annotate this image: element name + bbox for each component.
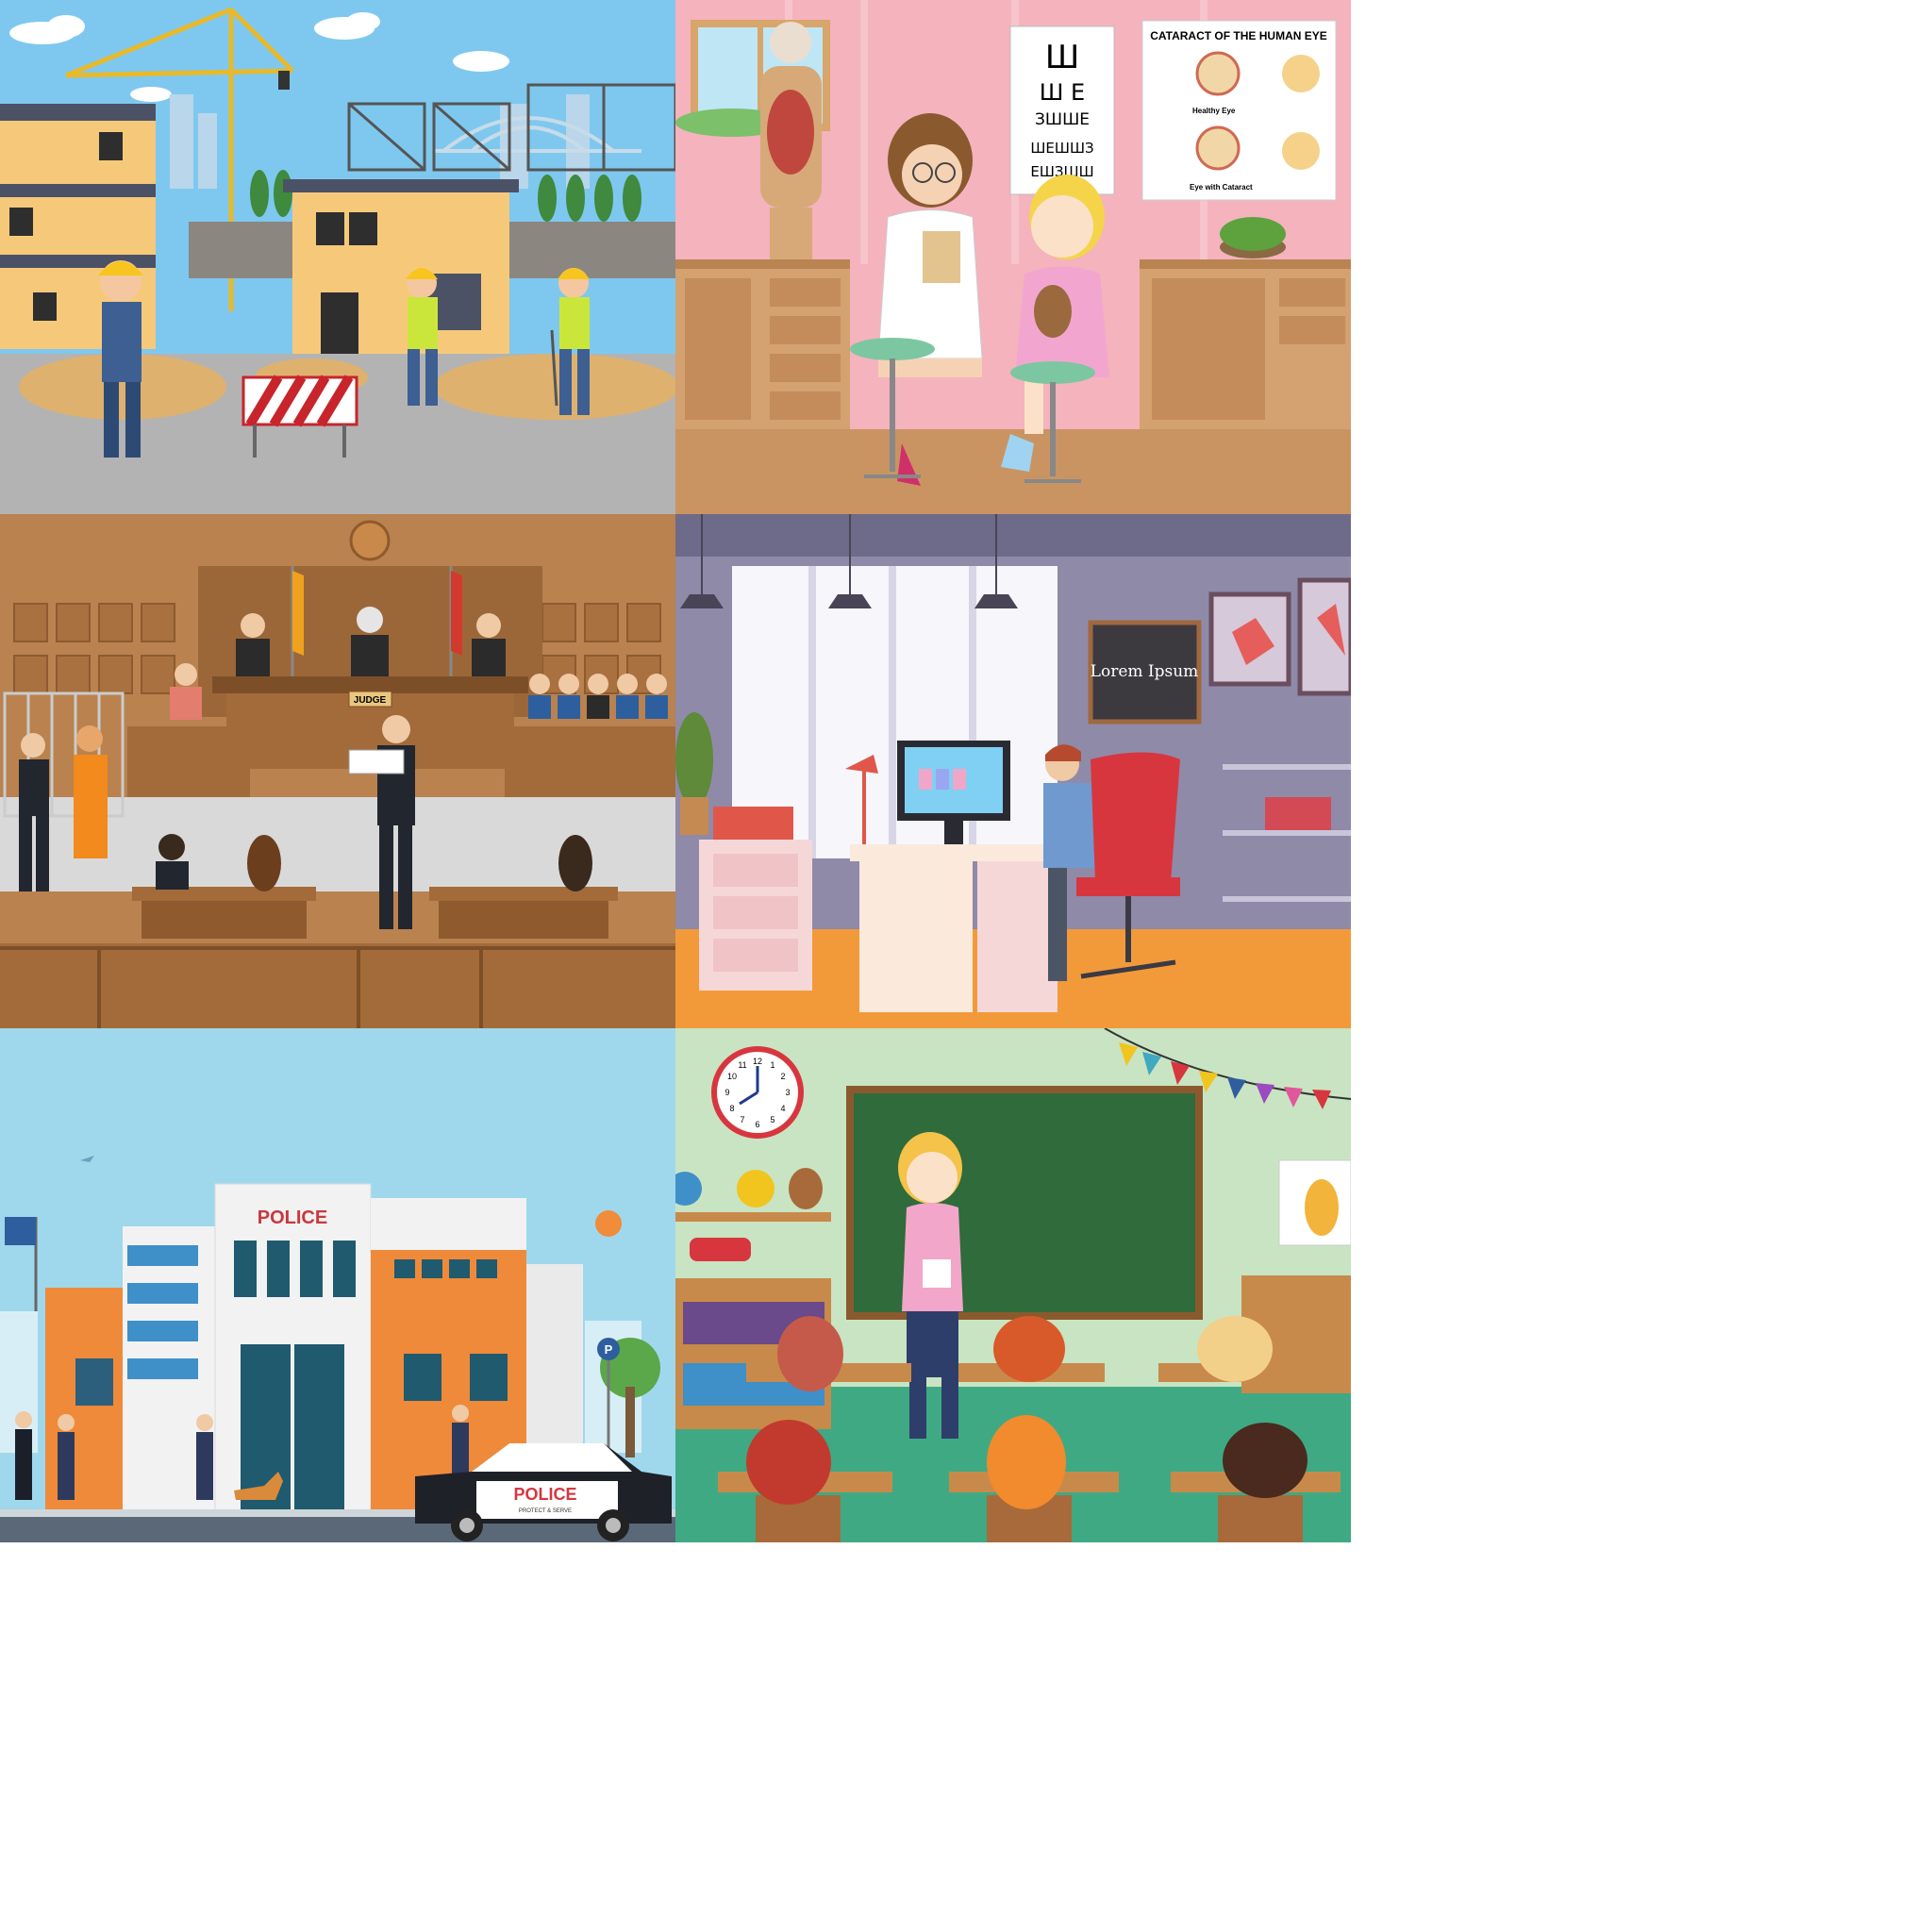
crane-hook: [278, 71, 290, 90]
sun: [595, 1210, 622, 1237]
poster-caption-cataract: Eye with Cataract: [1190, 183, 1253, 192]
ceiling: [675, 514, 1351, 557]
construction-illustration: [0, 0, 675, 514]
cabinet-right: [1140, 259, 1351, 429]
police-car-label: POLICE: [513, 1485, 576, 1504]
plant: [1220, 217, 1286, 258]
cabinet-left: [675, 259, 850, 429]
parking-sign-text: P: [605, 1342, 613, 1357]
clock-number: 8: [729, 1104, 734, 1113]
police-illustration: POLICE P POLICE PROTECT & SERVE: [0, 1028, 675, 1542]
chalkboard: [846, 1086, 1203, 1320]
poster-title: CATARACT OF THE HUMAN EYE: [1150, 29, 1327, 42]
gallery-rail: [0, 943, 675, 1028]
classroom-scene: 12 1 2 3 4 5 6 7 8 9 10 11: [675, 1028, 1351, 1542]
courtroom-illustration: JUDGE: [0, 514, 675, 1028]
judge-nameplate: JUDGE: [354, 695, 387, 706]
poster-caption-healthy: Healthy Eye: [1192, 107, 1236, 115]
eye-chart: Ш Ш Е ЗШШЕ ШЕШШЗ ЕШЗШШ: [1009, 25, 1115, 195]
construction-scene: [0, 0, 675, 514]
clock-number: 7: [740, 1115, 744, 1124]
clinic-scene: Ш Ш Е ЗШШЕ ШЕШШЗ ЕШЗШШ CATARACT OF THE H…: [675, 0, 1351, 514]
classroom-illustration: 12 1 2 3 4 5 6 7 8 9 10 11: [675, 1028, 1351, 1542]
clock-number: 12: [753, 1057, 762, 1066]
clock-number: 1: [770, 1060, 774, 1070]
office-illustration: Lorem Ipsum: [675, 514, 1351, 1028]
clock-number: 9: [724, 1088, 729, 1097]
scales-emblem: [349, 520, 391, 561]
clock-number: 2: [780, 1072, 785, 1081]
clock-number: 4: [780, 1104, 785, 1113]
office-scene: Lorem Ipsum: [675, 514, 1351, 1028]
eye-chart-row1: Ш: [1045, 39, 1079, 76]
police-scene: POLICE P POLICE PROTECT & SERVE: [0, 1028, 675, 1542]
clock-number: 5: [770, 1115, 774, 1124]
chalkboard-text: Lorem Ipsum: [1091, 662, 1199, 681]
eye-chart-row4: ШЕШШЗ: [1030, 140, 1093, 157]
clock-number: 6: [755, 1120, 759, 1129]
clock-number: 11: [738, 1060, 746, 1070]
chalkboard: Lorem Ipsum: [1088, 620, 1202, 724]
cataract-poster: CATARACT OF THE HUMAN EYE Healthy Eye Ey…: [1141, 20, 1337, 201]
giraffe-poster: [1278, 1159, 1351, 1246]
courtroom-scene: JUDGE: [0, 514, 675, 1028]
station-main-building: POLICE: [214, 1183, 372, 1515]
plant: [675, 712, 713, 835]
eye-chart-row3: ЗШШЕ: [1035, 110, 1090, 129]
eye-chart-row2: Ш Е: [1040, 79, 1085, 106]
police-building-sign: POLICE: [258, 1208, 327, 1228]
building-middle: [283, 179, 519, 358]
wall-clock: 12 1 2 3 4 5 6 7 8 9 10 11: [711, 1046, 804, 1139]
clinic-illustration: Ш Ш Е ЗШШЕ ШЕШШЗ ЕШЗШШ CATARACT OF THE H…: [675, 0, 1351, 514]
clock-number: 10: [727, 1072, 737, 1081]
clock-number: 3: [785, 1088, 790, 1097]
police-car-tagline: PROTECT & SERVE: [519, 1508, 572, 1514]
wall-art: [1208, 577, 1351, 696]
